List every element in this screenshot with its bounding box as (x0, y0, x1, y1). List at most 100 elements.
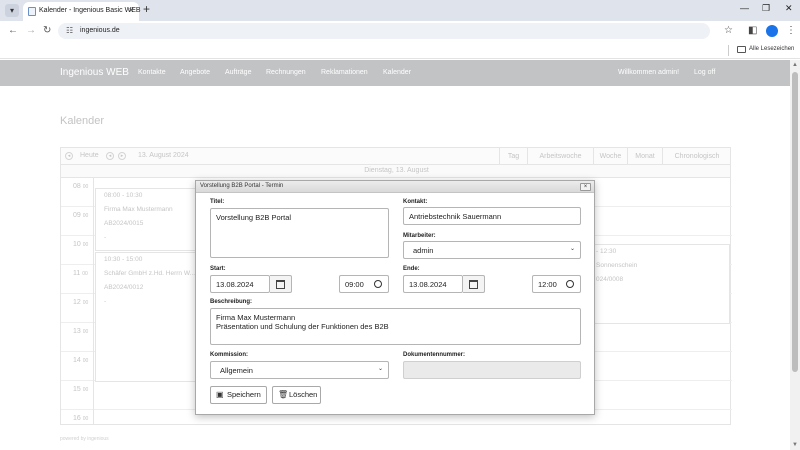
clock-icon[interactable] (566, 280, 574, 288)
mitarbeiter-value: admin (413, 246, 434, 255)
close-tab-icon[interactable]: × (129, 5, 134, 15)
start-time-input[interactable]: 09:00 (339, 275, 389, 293)
calendar-icon (276, 280, 285, 289)
hour-column (61, 178, 94, 425)
prev-circle-icon[interactable]: ◂ (65, 152, 73, 160)
nav-angebote[interactable]: Angebote (180, 69, 210, 76)
kontakt-label: Kontakt: (403, 199, 428, 205)
close-window-icon[interactable]: ✕ (785, 3, 793, 14)
app-brand[interactable]: Ingenious WEB (60, 67, 129, 78)
start-date-input[interactable]: 13.08.2024 (210, 275, 270, 293)
scroll-down-icon[interactable]: ▼ (790, 442, 800, 448)
tab-search-button[interactable]: ▾ (5, 4, 19, 17)
view-woche-button[interactable]: Woche (593, 148, 627, 166)
kontakt-input[interactable]: Antriebstechnik Sauermann (403, 207, 581, 225)
nav-rechnungen[interactable]: Rechnungen (266, 69, 306, 76)
browser-tab[interactable]: Kalender - Ingenious Basic WEB × (23, 2, 141, 21)
kommission-value: Allgemein (220, 366, 253, 375)
titel-textarea[interactable]: Vorstellung B2B Portal (210, 208, 389, 258)
mitarbeiter-select[interactable]: admin ⌄ (403, 241, 581, 259)
save-icon: ▣ (216, 390, 224, 399)
tab-title: Kalender - Ingenious Basic WEB (39, 7, 141, 14)
end-time-input[interactable]: 12:00 (532, 275, 581, 293)
bookmarks-divider (728, 45, 729, 56)
dokumentennummer-label: Dokumentennummer: (403, 352, 466, 358)
clock-icon[interactable] (374, 280, 382, 288)
folder-icon (737, 46, 746, 53)
trash-icon: 🗑 (278, 390, 289, 399)
view-monat-button[interactable]: Monat (627, 148, 662, 166)
back-icon[interactable]: ← (8, 25, 18, 36)
footer-text: powered by ingenious (60, 436, 109, 442)
profile-avatar-icon[interactable] (766, 25, 778, 37)
view-arbeitswoche-button[interactable]: Arbeitswoche (527, 148, 593, 166)
all-bookmarks-link[interactable]: Alle Lesezeichen (749, 46, 794, 52)
bookmarks-bar: Alle Lesezeichen (0, 41, 800, 59)
calendar-date-label: 13. August 2024 (138, 152, 189, 159)
view-tag-button[interactable]: Tag (499, 148, 527, 166)
chevron-down-icon: ⌄ (377, 366, 383, 372)
welcome-link[interactable]: Willkommen admin! (618, 69, 679, 76)
nav-reklamationen[interactable]: Reklamationen (321, 69, 368, 76)
calendar-toolbar: ◂ Heute ◂ ▸ 13. August 2024 Tag Arbeitsw… (60, 147, 731, 166)
beschreibung-textarea[interactable]: Firma Max Mustermann Präsentation und Sc… (210, 308, 581, 345)
menu-dots-icon[interactable]: ⋮ (786, 25, 796, 36)
logout-link[interactable]: Log off (694, 69, 715, 76)
page-title: Kalender (60, 115, 105, 127)
start-date-picker-button[interactable] (270, 275, 292, 293)
prev-day-icon[interactable]: ◂ (106, 152, 114, 160)
end-date-picker-button[interactable] (463, 275, 485, 293)
event-time: - 12:30 (596, 248, 617, 255)
address-bar[interactable]: ☷ ingenious.de (58, 23, 710, 39)
ende-label: Ende: (403, 266, 420, 272)
new-tab-icon[interactable]: + (143, 2, 150, 16)
side-panel-icon[interactable]: ◧ (748, 25, 757, 36)
day-header: Dienstag, 13. August (60, 165, 731, 178)
nav-auftraege[interactable]: Aufträge (225, 69, 251, 76)
day-header-label: Dienstag, 13. August (364, 167, 429, 174)
scrollbar-thumb[interactable] (792, 72, 798, 372)
event-contact: Schäfer GmbH z.Hd. Herrn W... (104, 270, 196, 277)
next-day-icon[interactable]: ▸ (118, 152, 126, 160)
bookmark-star-icon[interactable]: ☆ (724, 25, 733, 36)
calendar-event[interactable]: - 12:30 Sonnenschein 024/0008 (591, 244, 730, 324)
appointment-dialog: Vorstellung B2B Portal - Termin × Titel:… (195, 180, 595, 415)
address-url: ingenious.de (80, 27, 120, 34)
end-date-input[interactable]: 13.08.2024 (403, 275, 463, 293)
dokumentennummer-input (403, 361, 581, 379)
page-scrollbar[interactable]: ▲ ▼ (790, 60, 800, 450)
dialog-titlebar[interactable]: Vorstellung B2B Portal - Termin × (196, 181, 594, 193)
start-label: Start: (210, 266, 226, 272)
calendar-event[interactable]: 08:00 - 10:30 Firma Max Mustermann AB202… (95, 188, 197, 251)
nav-kalender[interactable]: Kalender (383, 69, 411, 76)
browser-tabstrip: ▾ Kalender - Ingenious Basic WEB × + — ❐… (0, 0, 800, 21)
event-time: 10:30 - 15:00 (104, 256, 143, 263)
view-chronologisch-button[interactable]: Chronologisch (662, 148, 731, 166)
reload-icon[interactable]: ↻ (43, 25, 51, 36)
calendar-event[interactable]: 10:30 - 15:00 Schäfer GmbH z.Hd. Herrn W… (95, 252, 197, 382)
beschreibung-label: Beschreibung: (210, 299, 253, 305)
chevron-down-icon: ⌄ (569, 246, 575, 252)
restore-icon[interactable]: ❐ (762, 3, 770, 14)
browser-toolbar: ← → ↻ ☷ ingenious.de ☆ ◧ ⋮ (0, 21, 800, 41)
kommission-select[interactable]: Allgemein ⌄ (210, 361, 389, 379)
nav-kontakte[interactable]: Kontakte (138, 69, 166, 76)
minimize-icon[interactable]: — (740, 3, 749, 13)
event-document: AB2024/0015 (104, 220, 144, 227)
scroll-up-icon[interactable]: ▲ (790, 62, 800, 68)
forward-icon[interactable]: → (26, 25, 36, 36)
page-favicon-icon (28, 7, 36, 16)
today-button[interactable]: Heute (80, 152, 99, 159)
app-navbar: Ingenious WEB Kontakte Angebote Aufträge… (0, 60, 790, 86)
close-dialog-icon[interactable]: × (580, 183, 591, 191)
event-contact: Sonnenschein (596, 262, 638, 269)
dialog-title: Vorstellung B2B Portal - Termin (200, 183, 284, 189)
site-info-icon[interactable]: ☷ (66, 26, 73, 35)
save-button[interactable]: ▣ Speichern (210, 386, 267, 404)
event-document: AB2024/0012 (104, 284, 144, 291)
event-time: 08:00 - 10:30 (104, 192, 143, 199)
mitarbeiter-label: Mitarbeiter: (403, 233, 436, 239)
delete-button[interactable]: 🗑 Löschen (272, 386, 321, 404)
kommission-label: Kommission: (210, 352, 249, 358)
event-extra: - (104, 234, 107, 241)
